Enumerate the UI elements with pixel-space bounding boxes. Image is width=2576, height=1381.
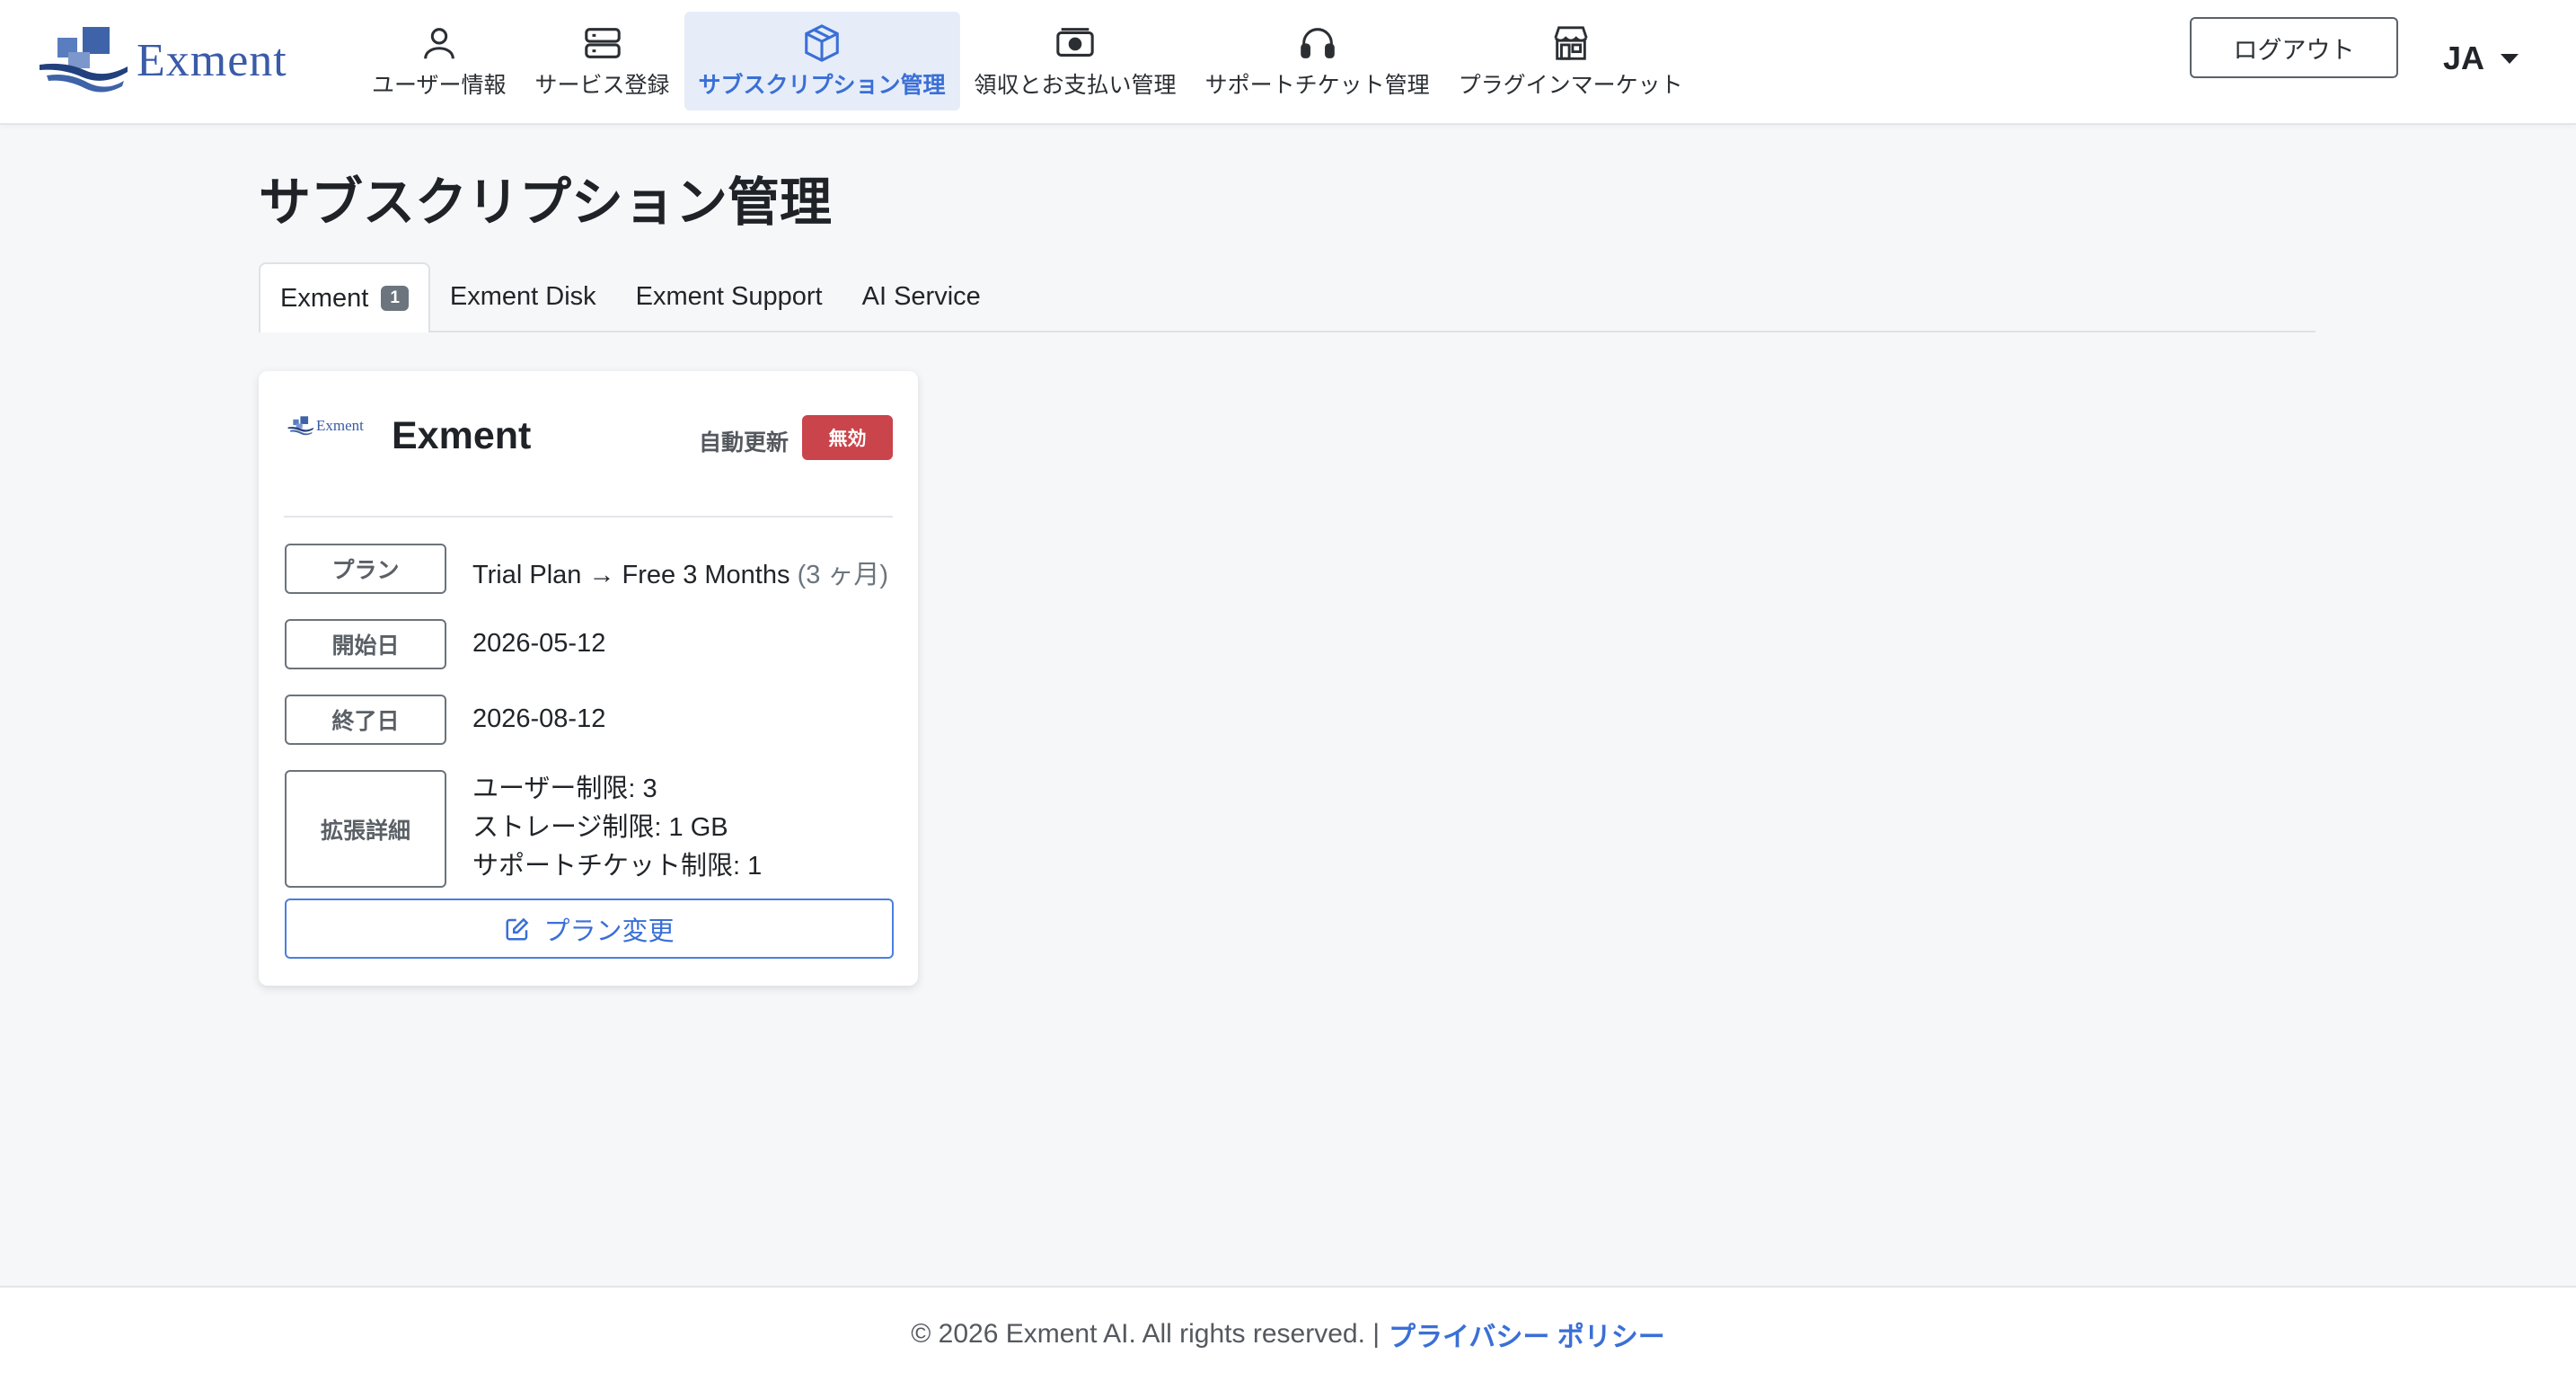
page-title: サブスクリプション管理: [259, 173, 833, 232]
start-date-value: 2026-05-12: [472, 629, 606, 658]
box-icon: [805, 24, 839, 62]
tab-label: Exment Support: [635, 281, 823, 311]
plan-value: Trial Plan → Free 3 Months (3 ヶ月): [472, 553, 888, 591]
nav-item-label: プラグインマーケット: [1458, 73, 1683, 98]
extension-details-label: 拡張詳細: [285, 770, 446, 888]
plan-name: Trial Plan → Free 3 Months: [472, 561, 790, 589]
shop-icon: [1553, 26, 1588, 60]
privacy-policy-link[interactable]: プライバシー ポリシー: [1389, 1315, 1665, 1354]
nav-item-label: サポートチケット管理: [1204, 73, 1430, 98]
caret-down-icon: [2501, 53, 2519, 64]
plan-duration: (3 ヶ月): [797, 561, 889, 589]
tab-label: Exment: [280, 283, 369, 313]
logout-button[interactable]: ログアウト: [2190, 17, 2398, 78]
nav-item-label: 領収とお支払い管理: [974, 73, 1177, 98]
storage-limit: ストレージ制限: 1 GB: [472, 813, 728, 842]
nav-item-label: ユーザー情報: [372, 73, 507, 98]
headset-icon: [1300, 28, 1335, 58]
language-selector[interactable]: JA: [2443, 40, 2519, 77]
nav-item-label: サブスクリプション管理: [698, 73, 946, 98]
product-tabs: Exment 1 Exment Disk Exment Support AI S…: [259, 262, 2316, 332]
start-date-label: 開始日: [285, 619, 446, 669]
product-logo-text: Exment: [316, 417, 364, 434]
tab-label: Exment Disk: [449, 281, 596, 311]
plan-label: プラン: [285, 544, 446, 594]
auto-renew-status-badge: 無効: [802, 415, 893, 460]
logo-text: Exment: [137, 34, 287, 86]
tab-exment-disk[interactable]: Exment Disk: [430, 262, 616, 331]
tab-exment[interactable]: Exment 1: [259, 262, 430, 332]
language-label: JA: [2443, 40, 2485, 76]
user-icon: [423, 28, 454, 59]
extension-details-value: ユーザー制限: 3 ストレージ制限: 1 GB サポートチケット制限: 1: [472, 770, 762, 886]
auto-renew-label: 自動更新: [699, 430, 790, 456]
nav-item-receipts-payments[interactable]: 領収とお支払い管理: [960, 12, 1191, 111]
card-divider: [284, 516, 893, 518]
top-header: Exment ユーザー情報 サービス登録 サブスクリプション管理 領収とお支払い…: [0, 0, 2576, 125]
change-plan-label: プラン変更: [543, 916, 675, 946]
tab-label: AI Service: [861, 281, 981, 311]
copyright-text: © 2026 Exment AI. All rights reserved. |: [911, 1319, 1381, 1349]
nav-item-subscription[interactable]: サブスクリプション管理: [684, 12, 960, 111]
main-nav: ユーザー情報 サービス登録 サブスクリプション管理 領収とお支払い管理 サポート…: [357, 12, 1698, 111]
product-logo: Exment: [287, 414, 364, 438]
server-icon: [584, 28, 621, 58]
nav-item-service-registration[interactable]: サービス登録: [521, 12, 684, 111]
change-plan-button[interactable]: プラン変更: [285, 899, 894, 959]
end-date-label: 終了日: [285, 695, 446, 745]
nav-item-support-tickets[interactable]: サポートチケット管理: [1191, 12, 1444, 111]
edit-icon: [506, 917, 529, 940]
product-title: Exment: [392, 414, 532, 457]
tab-ai-service[interactable]: AI Service: [842, 262, 1001, 331]
exment-logo[interactable]: Exment: [38, 25, 287, 95]
tab-exment-support[interactable]: Exment Support: [616, 262, 842, 331]
tab-count-badge: 1: [381, 286, 409, 311]
exment-logo-icon: [287, 416, 313, 436]
end-date-value: 2026-08-12: [472, 704, 606, 733]
user-limit: ユーザー制限: 3: [472, 775, 657, 803]
support-ticket-limit: サポートチケット制限: 1: [472, 852, 763, 881]
nav-item-user-info[interactable]: ユーザー情報: [357, 12, 521, 111]
page-footer: © 2026 Exment AI. All rights reserved. |…: [0, 1286, 2576, 1381]
subscription-card: Exment Exment 自動更新 無効 プラン Trial Plan → F…: [259, 371, 918, 986]
nav-item-label: サービス登録: [534, 73, 670, 98]
cash-icon: [1056, 28, 1094, 57]
exment-logo-icon: [40, 27, 128, 93]
nav-item-plugin-market[interactable]: プラグインマーケット: [1444, 12, 1698, 111]
